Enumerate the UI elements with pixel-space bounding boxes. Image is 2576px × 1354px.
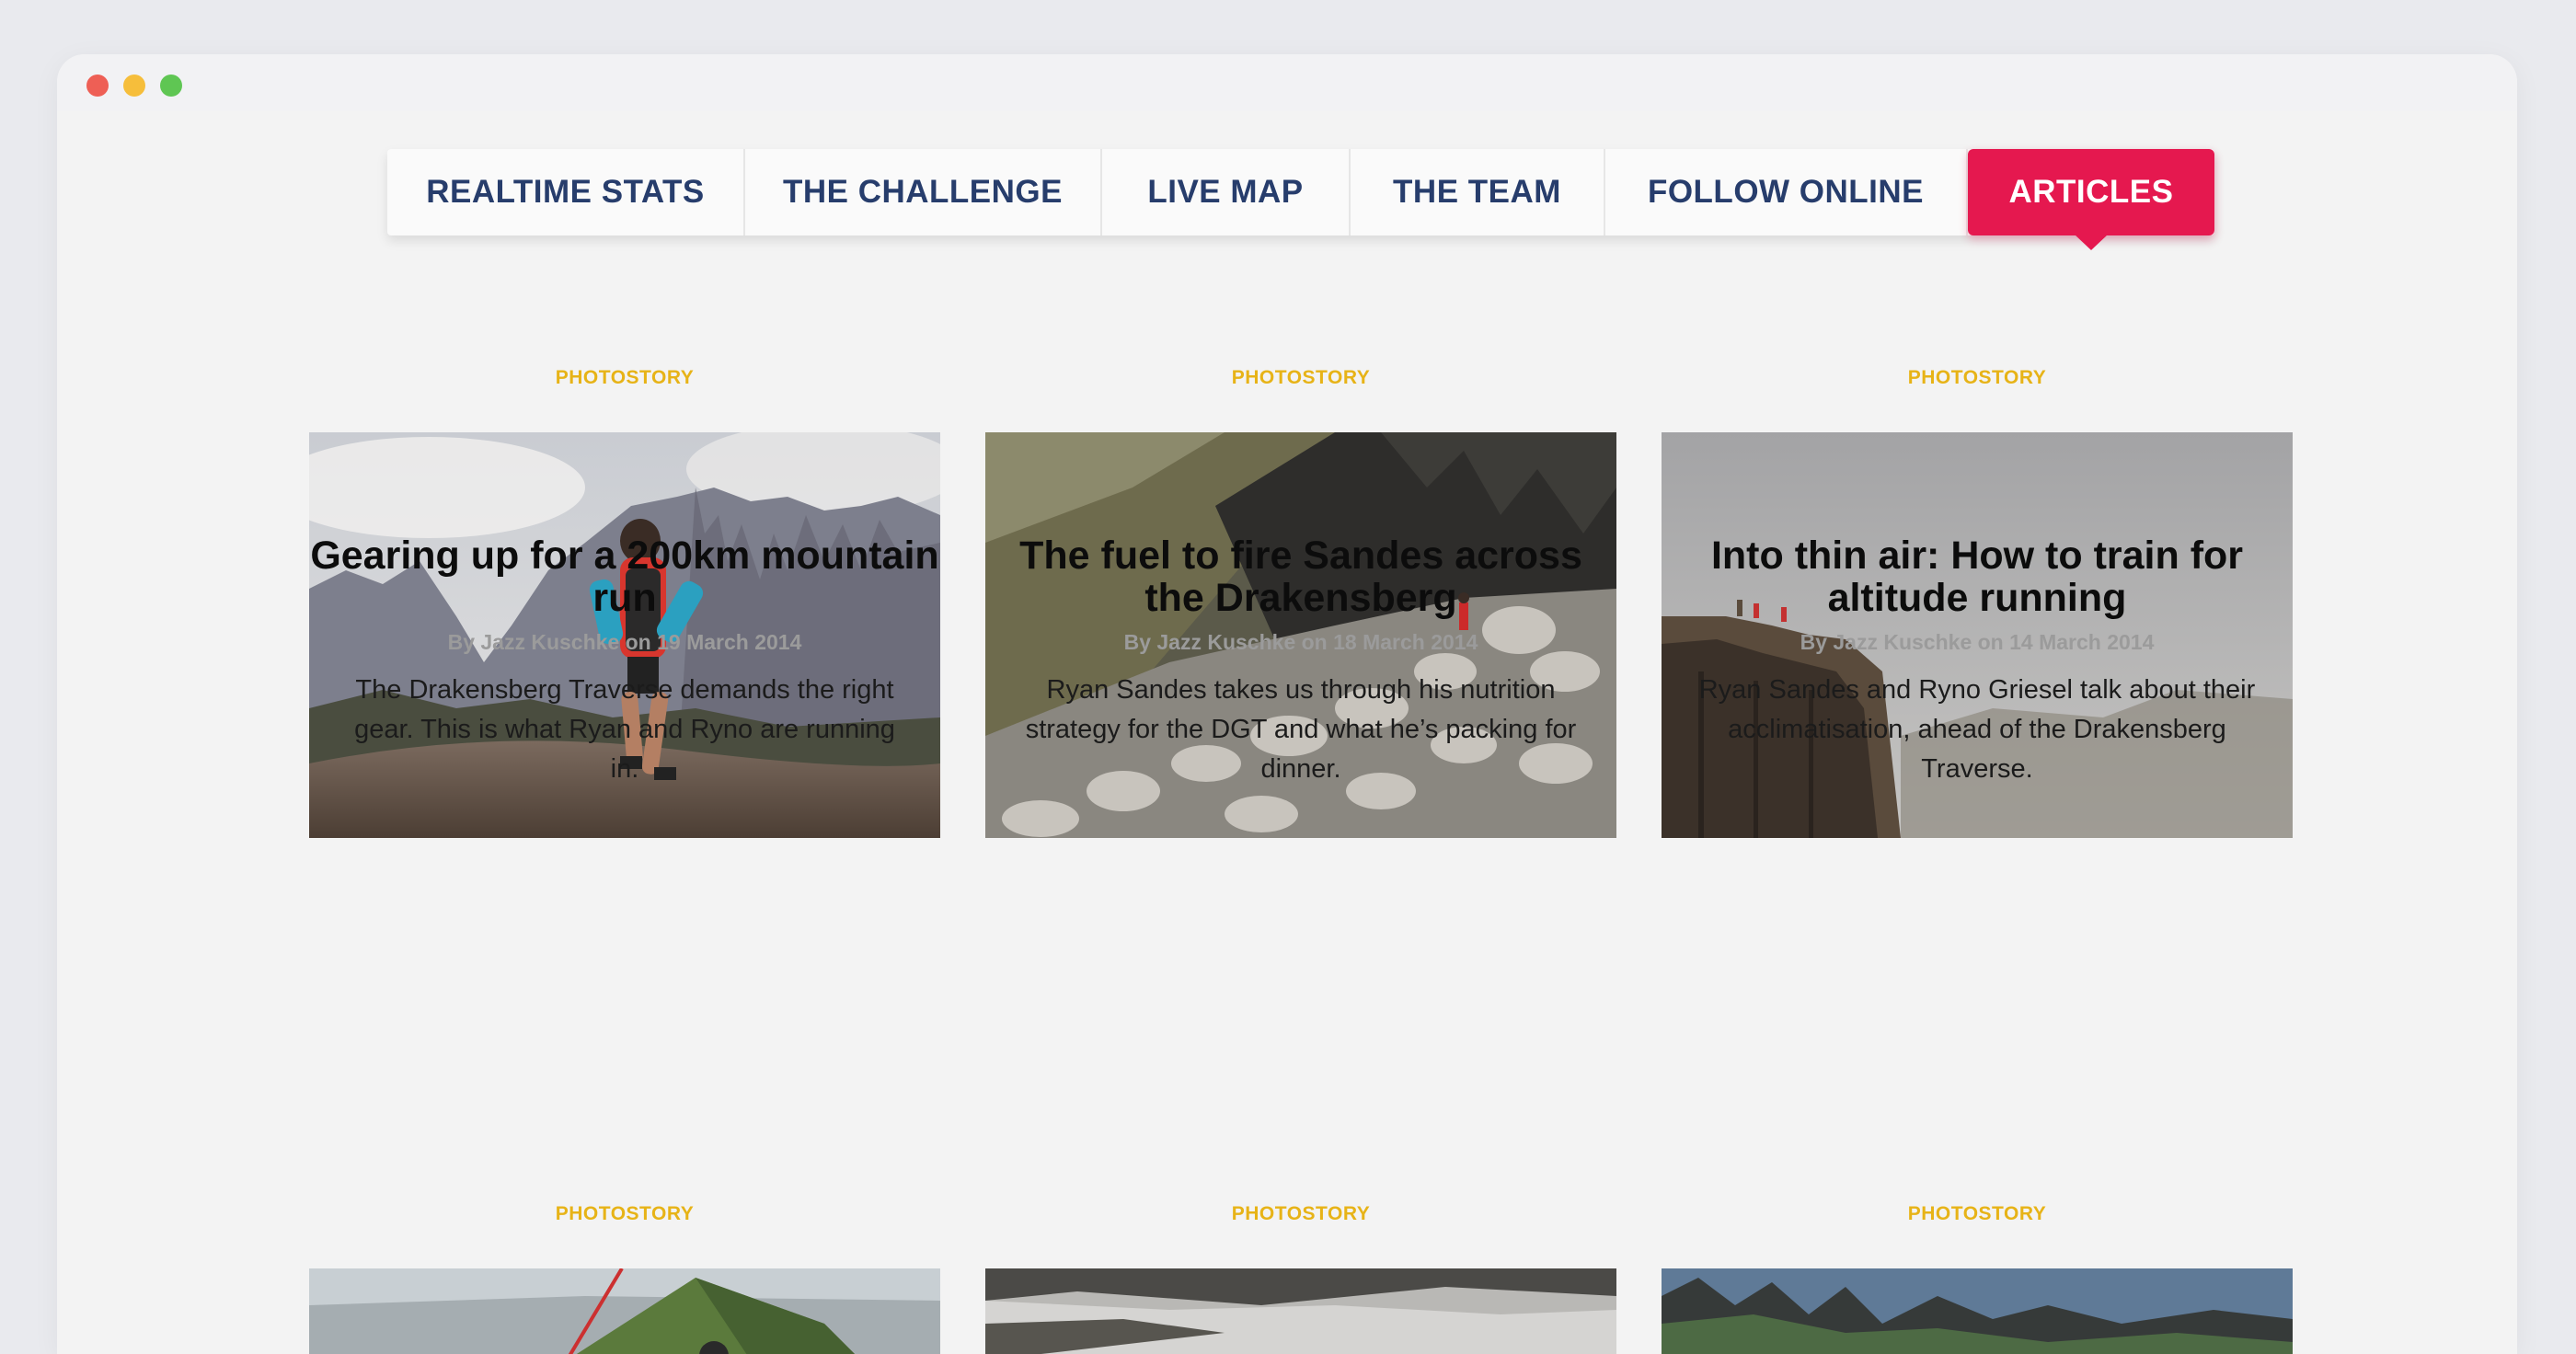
article-byline: By Jazz Kuschke on 18 March 2014 [1123, 630, 1478, 654]
article-image-peaks[interactable] [1662, 1268, 2293, 1354]
article-excerpt: Ryan Sandes and Ryno Griesel talk about … [1698, 675, 2256, 784]
article-byline: By Jazz Kuschke on 14 March 2014 [1800, 630, 2155, 654]
minimize-window-button[interactable] [123, 75, 145, 97]
nav-item-the-challenge[interactable]: THE CHALLENGE [745, 149, 1102, 235]
article-excerpt: The Drakensberg Traverse demands the rig… [354, 675, 895, 784]
article-tag[interactable]: PHOTOSTORY [309, 1203, 940, 1225]
main-nav: REALTIME STATS THE CHALLENGE LIVE MAP TH… [387, 149, 2214, 250]
nav-item-live-map[interactable]: LIVE MAP [1102, 149, 1351, 235]
nav-item-realtime-stats[interactable]: REALTIME STATS [387, 149, 745, 235]
article-tag[interactable]: PHOTOSTORY [1662, 367, 2293, 389]
article-title[interactable]: The fuel to fire Sandes across the Drake… [985, 534, 1616, 619]
nav-item-the-team[interactable]: THE TEAM [1351, 149, 1605, 235]
article-tag[interactable]: PHOTOSTORY [985, 367, 1616, 389]
article-tag[interactable]: PHOTOSTORY [309, 367, 940, 389]
article-tag[interactable]: PHOTOSTORY [1662, 1203, 2293, 1225]
close-window-button[interactable] [86, 75, 109, 97]
article-title[interactable]: Gearing up for a 200km mountain run [309, 534, 940, 619]
article-tag[interactable]: PHOTOSTORY [985, 1203, 1616, 1225]
nav-item-articles[interactable]: ARTICLES [1968, 149, 2214, 250]
maximize-window-button[interactable] [160, 75, 182, 97]
article-byline: By Jazz Kuschke on 19 March 2014 [447, 630, 802, 654]
window-titlebar [57, 54, 2517, 111]
nav-item-follow-online[interactable]: FOLLOW ONLINE [1605, 149, 1968, 235]
article-excerpt: Ryan Sandes takes us through his nutriti… [1025, 675, 1577, 784]
article-title[interactable]: Into thin air: How to train for altitude… [1662, 534, 2293, 619]
browser-window: REALTIME STATS THE CHALLENGE LIVE MAP TH… [57, 54, 2517, 1354]
article-image-rocky-mist[interactable] [985, 1268, 1616, 1354]
article-image-tent[interactable] [309, 1268, 940, 1354]
